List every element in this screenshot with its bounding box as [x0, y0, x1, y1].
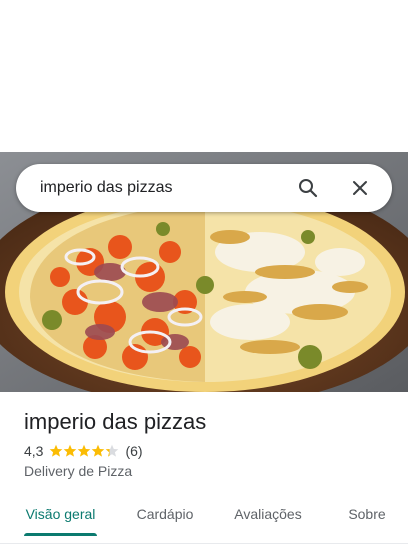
star-icon [64, 444, 77, 457]
place-info: imperio das pizzas 4,3 (6) Delivery de P… [24, 408, 394, 479]
star-icon [92, 444, 105, 457]
place-tabs: Visão geral Cardápio Avaliações Sobre [0, 492, 408, 544]
tab-reviews[interactable]: Avaliações [228, 492, 308, 536]
place-category[interactable]: Delivery de Pizza [24, 463, 394, 479]
rating-value: 4,3 [24, 443, 44, 459]
active-tab-indicator [24, 533, 97, 536]
rating-row[interactable]: 4,3 (6) [24, 443, 394, 459]
tab-menu[interactable]: Cardápio [128, 492, 202, 536]
review-count[interactable]: (6) [125, 443, 142, 459]
star-icon [78, 444, 91, 457]
star-icon [106, 444, 119, 457]
clear-search-button[interactable] [340, 168, 380, 208]
star-rating [49, 444, 119, 458]
search-icon [299, 179, 318, 198]
search-button[interactable] [288, 168, 328, 208]
star-icon [50, 444, 63, 457]
close-icon [353, 181, 367, 195]
place-title: imperio das pizzas [24, 409, 207, 434]
tab-about[interactable]: Sobre [342, 492, 392, 536]
search-bar[interactable] [16, 164, 392, 212]
tab-overview[interactable]: Visão geral [24, 492, 97, 536]
blank-area [0, 0, 408, 152]
search-input[interactable] [16, 164, 288, 212]
